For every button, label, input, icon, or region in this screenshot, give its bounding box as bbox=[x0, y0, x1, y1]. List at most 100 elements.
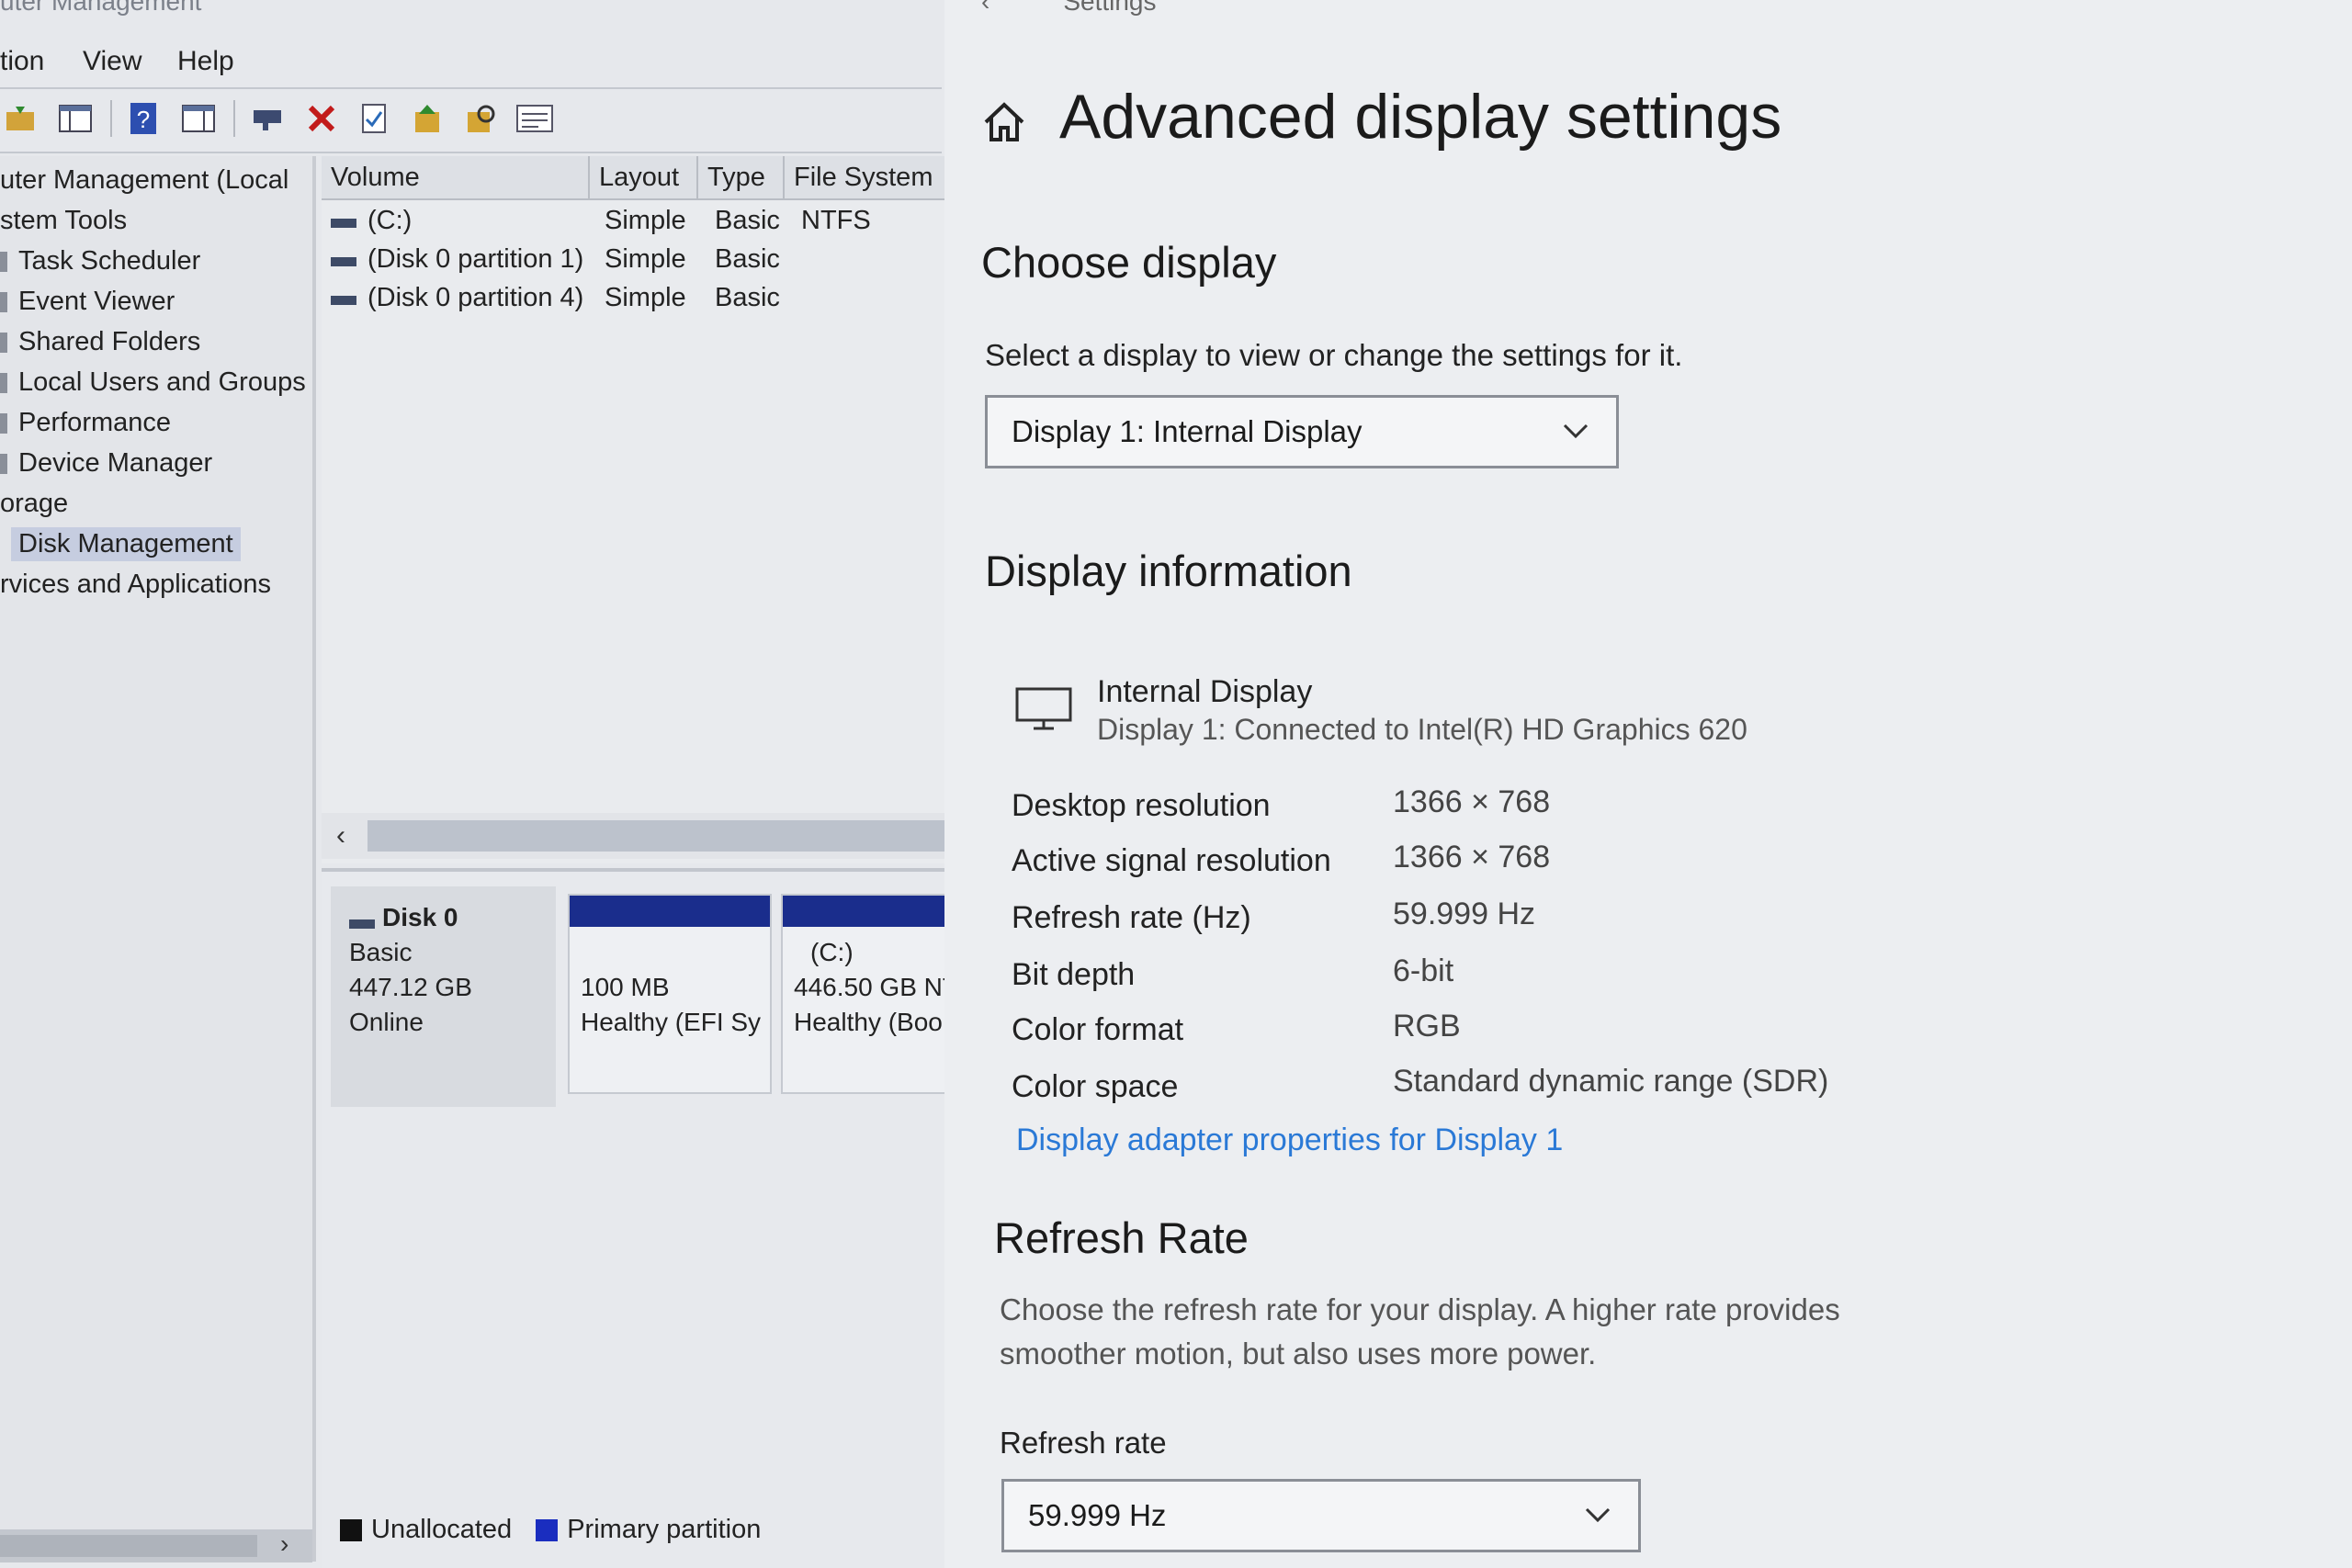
tree-item-storage[interactable]: orage bbox=[0, 489, 68, 519]
chevron-left-icon[interactable]: ‹ bbox=[336, 820, 345, 852]
tree-item-device-manager[interactable]: Device Manager bbox=[18, 448, 212, 479]
partition-size: 100 MB bbox=[581, 973, 670, 1001]
volume-icon bbox=[331, 219, 356, 228]
tree-horizontal-scrollbar[interactable]: › bbox=[0, 1529, 312, 1562]
cell-layout: Simple bbox=[605, 244, 686, 274]
settings-app-title: Settings bbox=[1063, 0, 1157, 16]
table-row[interactable]: (Disk 0 partition 4) Simple Basic bbox=[322, 283, 960, 320]
show-hide-tree-icon[interactable] bbox=[57, 100, 94, 137]
volume-list: Volume Layout Type File System (C:) Simp… bbox=[322, 156, 960, 863]
tree-expander-icon bbox=[0, 413, 7, 434]
tree-item-system-tools[interactable]: stem Tools bbox=[0, 206, 127, 236]
refresh-rate-label: Refresh rate bbox=[1000, 1426, 1167, 1460]
info-value-color-format: RGB bbox=[1393, 1009, 1461, 1043]
connect-icon[interactable] bbox=[250, 100, 287, 137]
tree-expander-icon bbox=[0, 252, 7, 272]
cell-file-system: NTFS bbox=[801, 206, 871, 235]
action-pane-icon[interactable] bbox=[180, 100, 217, 137]
table-row[interactable]: (Disk 0 partition 1) Simple Basic bbox=[322, 244, 960, 281]
info-value-desktop-resolution: 1366 × 768 bbox=[1393, 784, 1551, 819]
delete-icon[interactable] bbox=[303, 100, 340, 137]
tree-item-performance[interactable]: Performance bbox=[18, 408, 171, 438]
table-row[interactable]: (C:) Simple Basic NTFS bbox=[322, 206, 960, 243]
back-arrow-icon[interactable]: ‹ bbox=[981, 0, 989, 16]
tree-item-task-scheduler[interactable]: Task Scheduler bbox=[18, 246, 200, 276]
tree-item-event-viewer[interactable]: Event Viewer bbox=[18, 287, 175, 317]
info-value-active-signal-resolution: 1366 × 768 bbox=[1393, 840, 1551, 874]
column-file-system[interactable]: File System bbox=[785, 156, 960, 198]
scroll-thumb[interactable] bbox=[368, 820, 956, 852]
display-adapter-properties-link[interactable]: Display adapter properties for Display 1 bbox=[1016, 1122, 1563, 1158]
tree-item-disk-management[interactable]: Disk Management bbox=[11, 527, 241, 561]
menu-help[interactable]: Help bbox=[177, 46, 234, 77]
volume-list-header: Volume Layout Type File System bbox=[322, 156, 960, 200]
volume-horizontal-scrollbar[interactable]: ‹ bbox=[322, 813, 960, 859]
partition-efi[interactable]: 100 MB Healthy (EFI Sy bbox=[568, 894, 772, 1094]
info-label-refresh-rate: Refresh rate (Hz) bbox=[1012, 900, 1251, 935]
disk-type: Basic bbox=[349, 938, 413, 966]
info-label-active-signal-resolution: Active signal resolution bbox=[1012, 843, 1331, 878]
info-label-color-format: Color format bbox=[1012, 1012, 1184, 1047]
help-icon[interactable]: ? bbox=[125, 100, 162, 137]
choose-display-heading: Choose display bbox=[981, 238, 1277, 287]
chevron-right-icon[interactable]: › bbox=[280, 1529, 288, 1559]
cell-type: Basic bbox=[715, 283, 780, 312]
partition-status: Healthy (EFI Sy bbox=[581, 1008, 762, 1036]
tree-expander-icon bbox=[0, 333, 7, 353]
properties-icon[interactable] bbox=[516, 100, 553, 137]
display-select-value: Display 1: Internal Display bbox=[1012, 414, 1363, 448]
volume-icon bbox=[331, 296, 356, 305]
column-volume[interactable]: Volume bbox=[322, 156, 590, 198]
legend: Unallocated Primary partition bbox=[340, 1515, 761, 1545]
disk-status: Online bbox=[349, 1008, 424, 1036]
monitor-icon bbox=[1015, 687, 1072, 730]
page-title: Advanced display settings bbox=[1059, 82, 1782, 152]
menu-action[interactable]: tion bbox=[0, 46, 44, 77]
disk-graphical-view: Disk 0 Basic 447.12 GB Online 100 MB Hea… bbox=[322, 868, 960, 1568]
info-label-bit-depth: Bit depth bbox=[1012, 957, 1136, 992]
search-icon[interactable] bbox=[463, 100, 500, 137]
menu-view[interactable]: View bbox=[83, 46, 141, 77]
display-name: Internal Display bbox=[1097, 674, 1313, 709]
refresh-rate-description: Choose the refresh rate for your display… bbox=[1000, 1292, 1840, 1371]
svg-text:?: ? bbox=[137, 106, 150, 133]
tree-item-shared-folders[interactable]: Shared Folders bbox=[18, 327, 200, 357]
refresh-rate-select[interactable]: 59.999 Hz bbox=[1001, 1479, 1641, 1552]
up-folder-icon[interactable] bbox=[2, 100, 39, 137]
choose-display-prompt: Select a display to view or change the s… bbox=[985, 338, 1683, 372]
cell-volume: (Disk 0 partition 1) bbox=[368, 244, 584, 274]
column-type[interactable]: Type bbox=[698, 156, 785, 198]
tree-item-local-users-groups[interactable]: Local Users and Groups bbox=[18, 367, 306, 398]
cell-volume: (C:) bbox=[368, 206, 413, 235]
disk-label[interactable]: Disk 0 Basic 447.12 GB Online bbox=[331, 886, 556, 1107]
tree-expander-icon bbox=[0, 454, 7, 474]
menu-bar: tion View Help bbox=[0, 46, 942, 83]
disk-icon bbox=[349, 919, 375, 929]
toolbar: ? bbox=[0, 87, 942, 153]
info-value-color-space: Standard dynamic range (SDR) bbox=[1393, 1064, 1829, 1099]
legend-swatch-unallocated bbox=[340, 1519, 362, 1542]
display-select[interactable]: Display 1: Internal Display bbox=[985, 395, 1619, 468]
info-value-refresh-rate: 59.999 Hz bbox=[1393, 897, 1535, 931]
legend-primary-partition: Primary partition bbox=[567, 1515, 762, 1544]
tree-expander-icon bbox=[0, 292, 7, 312]
disk-size: 447.12 GB bbox=[349, 973, 472, 1001]
cell-layout: Simple bbox=[605, 206, 686, 235]
tree-item-computer-management[interactable]: uter Management (Local bbox=[0, 165, 288, 196]
column-layout[interactable]: Layout bbox=[590, 156, 698, 198]
refresh-rate-select-value: 59.999 Hz bbox=[1028, 1498, 1167, 1532]
home-icon[interactable] bbox=[981, 99, 1027, 145]
partition-size: 446.50 GB NT bbox=[794, 973, 958, 1001]
info-label-color-space: Color space bbox=[1012, 1069, 1179, 1104]
import-icon[interactable] bbox=[410, 100, 447, 137]
display-information-heading: Display information bbox=[985, 547, 1352, 595]
scroll-thumb[interactable] bbox=[0, 1535, 257, 1557]
navigation-tree: uter Management (Local stem Tools Task S… bbox=[0, 156, 316, 1562]
tree-item-services-applications[interactable]: rvices and Applications bbox=[0, 570, 271, 600]
display-subtitle: Display 1: Connected to Intel(R) HD Grap… bbox=[1097, 713, 1747, 746]
cell-volume: (Disk 0 partition 4) bbox=[368, 283, 584, 312]
partition-c[interactable]: (C:) 446.50 GB NT Healthy (Boo bbox=[781, 894, 960, 1094]
refresh-rate-heading: Refresh Rate bbox=[994, 1213, 1249, 1262]
check-icon[interactable] bbox=[356, 100, 393, 137]
info-label-desktop-resolution: Desktop resolution bbox=[1012, 788, 1271, 823]
